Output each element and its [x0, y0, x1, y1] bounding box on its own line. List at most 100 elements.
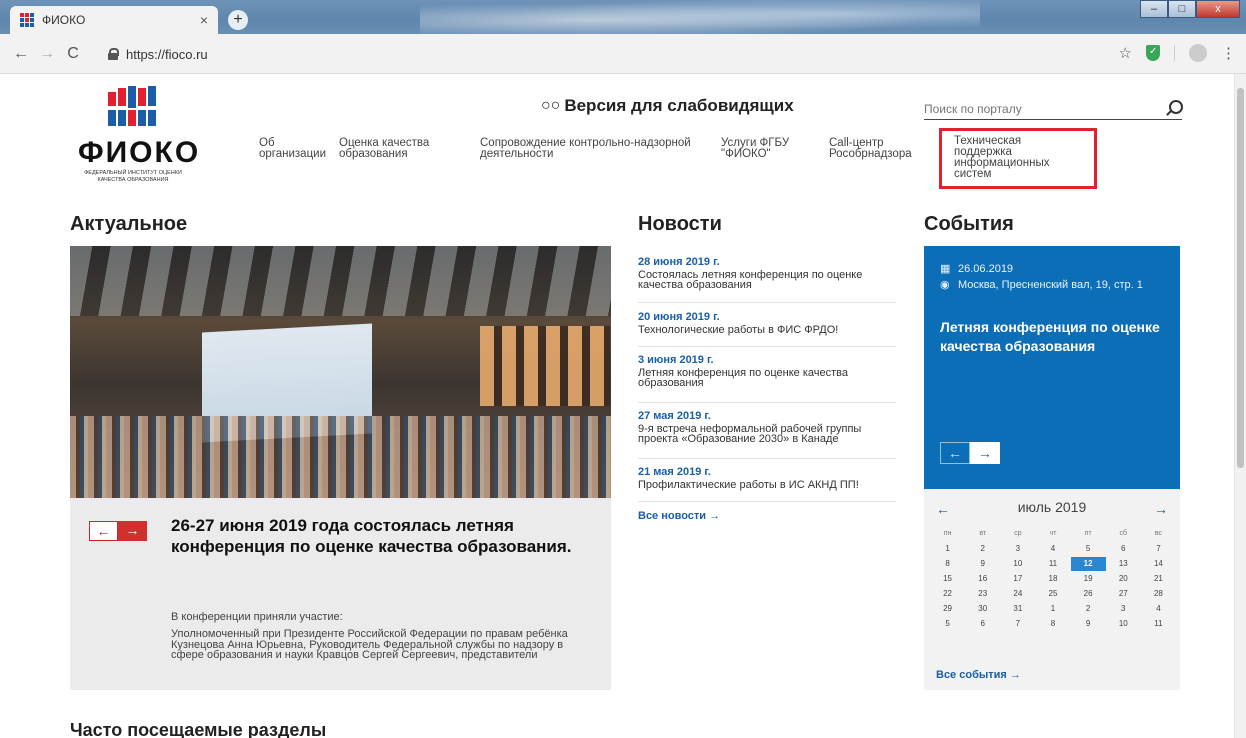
calendar-day[interactable]: 8 [1035, 617, 1070, 631]
calendar-day[interactable]: 6 [1106, 542, 1141, 556]
nav-quality-assessment[interactable]: Оценка качества образования [339, 137, 439, 160]
nav-call-center[interactable]: Call-центр Рособрнадзора [829, 137, 912, 160]
news-date[interactable]: 28 июня 2019 г. [638, 256, 896, 269]
calendar-day[interactable]: 4 [1035, 542, 1070, 556]
calendar-day[interactable]: 27 [1106, 587, 1141, 601]
calendar-day[interactable]: 11 [1035, 557, 1070, 571]
news-item[interactable]: 20 июня 2019 г. Технологические работы в… [638, 311, 896, 347]
close-window-button[interactable]: x [1196, 0, 1240, 18]
calendar-day[interactable]: 19 [1071, 572, 1106, 586]
bookmark-star-icon[interactable]: ☆ [1119, 44, 1132, 62]
calendar-day[interactable]: 31 [1000, 602, 1035, 616]
calendar-day[interactable]: 9 [965, 557, 1000, 571]
event-prev-button[interactable]: ← [940, 442, 970, 464]
all-events-link[interactable]: Все события → [936, 669, 1021, 681]
news-item[interactable]: 21 мая 2019 г. Профилактические работы в… [638, 466, 896, 502]
calendar-day[interactable]: 6 [965, 617, 1000, 631]
news-item[interactable]: 3 июня 2019 г. Летняя конференция по оце… [638, 354, 896, 403]
back-button[interactable]: ← [8, 45, 34, 63]
actual-intro: В конференции приняли участие: [171, 611, 343, 623]
address-bar[interactable]: https://fioco.ru [108, 40, 1108, 68]
calendar-day[interactable]: 12 [1070, 557, 1106, 571]
calendar-day[interactable]: 30 [965, 602, 1000, 616]
logo-wordmark[interactable]: ФИОКО [78, 136, 200, 170]
browser-tab[interactable]: ФИОКО × [10, 6, 218, 34]
nav-services[interactable]: Услуги ФГБУ "ФИОКО" [721, 137, 801, 160]
news-text[interactable]: Технологические работы в ФИС ФРДО! [638, 325, 896, 336]
event-date: 26.06.2019 [958, 262, 1014, 275]
calendar-day[interactable]: 5 [930, 617, 965, 631]
nav-supervision-support[interactable]: Сопровождение контрольно-надзорной деяте… [480, 137, 700, 160]
search-icon[interactable] [1166, 100, 1183, 116]
news-date[interactable]: 21 мая 2019 г. [638, 466, 896, 479]
tab-close-icon[interactable]: × [200, 12, 208, 28]
calendar-day[interactable]: 7 [1000, 617, 1035, 631]
maximize-button[interactable]: □ [1168, 0, 1196, 18]
calendar-day[interactable]: 9 [1071, 617, 1106, 631]
event-title[interactable]: Летняя конференция по оценке качества об… [940, 318, 1170, 356]
forward-button[interactable]: → [34, 45, 60, 63]
browser-menu-icon[interactable]: ⋮ [1221, 44, 1236, 62]
calendar-day[interactable]: 4 [1141, 602, 1176, 616]
all-news-link[interactable]: Все новости → [638, 510, 720, 522]
event-next-button[interactable]: → [970, 442, 1000, 464]
news-item[interactable]: 28 июня 2019 г. Состоялась летняя конфер… [638, 256, 896, 303]
calendar-day[interactable]: 2 [965, 542, 1000, 556]
calendar-day[interactable]: 16 [965, 572, 1000, 586]
actual-next-button[interactable]: → [118, 521, 147, 541]
calendar-day[interactable]: 8 [930, 557, 965, 571]
news-text[interactable]: Профилактические работы в ИС АКНД ПП! [638, 480, 896, 491]
calendar-day[interactable]: 18 [1035, 572, 1070, 586]
calendar-day[interactable]: 22 [930, 587, 965, 601]
calendar-next-button[interactable]: → [1154, 501, 1168, 517]
profile-avatar[interactable] [1189, 44, 1207, 62]
news-date[interactable]: 27 мая 2019 г. [638, 410, 896, 423]
calendar-day[interactable]: 25 [1035, 587, 1070, 601]
calendar-day[interactable]: 29 [930, 602, 965, 616]
calendar-day[interactable]: 26 [1071, 587, 1106, 601]
calendar-day[interactable]: 10 [1000, 557, 1035, 571]
reload-button[interactable]: C [60, 45, 86, 63]
low-vision-link[interactable]: ○○ Версия для слабовидящих [541, 96, 794, 116]
event-card[interactable]: ▦ 26.06.2019 ◉ Москва, Пресненский вал, … [924, 246, 1180, 489]
news-text[interactable]: 9-я встреча неформальной рабочей группы … [638, 424, 896, 445]
conference-photo[interactable] [70, 246, 611, 498]
calendar-day[interactable]: 28 [1141, 587, 1176, 601]
calendar-day[interactable]: 23 [965, 587, 1000, 601]
calendar-prev-button[interactable]: ← [936, 501, 950, 517]
news-item[interactable]: 27 мая 2019 г. 9-я встреча неформальной … [638, 410, 896, 459]
minimize-button[interactable]: – [1140, 0, 1168, 18]
calendar-day[interactable]: 14 [1141, 557, 1176, 571]
calendar-day[interactable]: 7 [1141, 542, 1176, 556]
calendar-day[interactable]: 10 [1106, 617, 1141, 631]
calendar-day[interactable]: 20 [1106, 572, 1141, 586]
calendar-day[interactable]: 5 [1071, 542, 1106, 556]
calendar-day[interactable]: 13 [1106, 557, 1141, 571]
calendar-day[interactable]: 3 [1000, 542, 1035, 556]
actual-headline[interactable]: 26-27 июня 2019 года состоялась летняя к… [171, 515, 591, 557]
url-text[interactable]: https://fioco.ru [126, 47, 208, 62]
calendar-day[interactable]: 15 [930, 572, 965, 586]
actual-prev-button[interactable]: ← [89, 521, 118, 541]
scrollbar-thumb[interactable] [1237, 88, 1244, 468]
extension-shield-icon[interactable] [1146, 45, 1160, 61]
page-scrollbar[interactable] [1234, 74, 1246, 738]
calendar-day[interactable]: 21 [1141, 572, 1176, 586]
news-date[interactable]: 3 июня 2019 г. [638, 354, 896, 367]
calendar-day[interactable]: 1 [930, 542, 965, 556]
calendar-day[interactable]: 17 [1000, 572, 1035, 586]
news-text[interactable]: Летняя конференция по оценке качества об… [638, 368, 896, 389]
nav-tech-support[interactable]: Техническая поддержка информационных сис… [939, 128, 1097, 189]
calendar-day[interactable]: 1 [1035, 602, 1070, 616]
calendar-day[interactable]: 11 [1141, 617, 1176, 631]
events-title: События [924, 213, 1014, 235]
logo-mark-icon[interactable] [108, 86, 156, 126]
news-text[interactable]: Состоялась летняя конференция по оценке … [638, 270, 896, 291]
search-input[interactable] [924, 101, 1154, 116]
calendar-day[interactable]: 3 [1106, 602, 1141, 616]
calendar-day[interactable]: 2 [1071, 602, 1106, 616]
nav-about[interactable]: Об организации [259, 137, 329, 160]
news-date[interactable]: 20 июня 2019 г. [638, 311, 896, 324]
new-tab-button[interactable]: + [228, 10, 248, 30]
calendar-day[interactable]: 24 [1000, 587, 1035, 601]
